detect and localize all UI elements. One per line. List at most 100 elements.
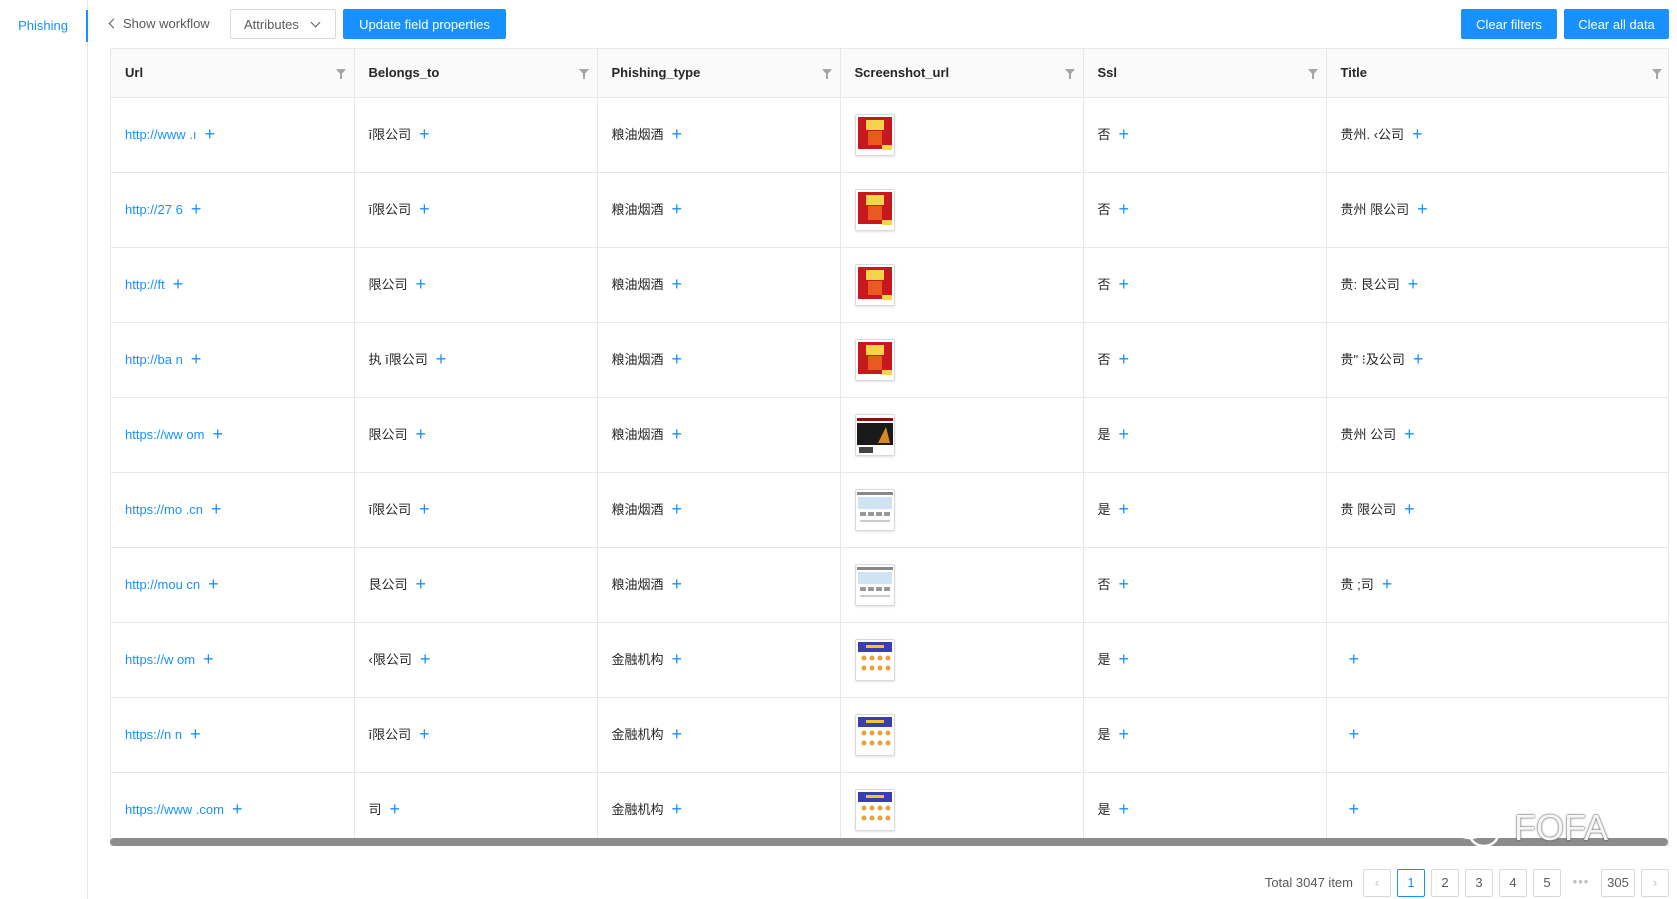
sidebar-item-phishing[interactable]: Phishing: [0, 10, 88, 42]
add-value-icon[interactable]: +: [203, 649, 214, 669]
add-value-icon[interactable]: +: [419, 199, 430, 219]
add-value-icon[interactable]: +: [232, 799, 243, 819]
page-2-button[interactable]: 2: [1431, 869, 1459, 897]
filter-icon[interactable]: [1651, 69, 1662, 79]
add-value-icon[interactable]: +: [419, 124, 430, 144]
add-value-icon[interactable]: +: [1119, 799, 1130, 819]
add-value-icon[interactable]: +: [1404, 424, 1415, 444]
clear-filters-button[interactable]: Clear filters: [1461, 9, 1557, 39]
filter-icon[interactable]: [578, 69, 589, 79]
add-value-icon[interactable]: +: [1404, 499, 1415, 519]
add-value-icon[interactable]: +: [173, 274, 184, 294]
url-link[interactable]: http://mou cn: [125, 577, 200, 592]
screenshot-thumbnail[interactable]: [854, 488, 895, 531]
page-5-button[interactable]: 5: [1533, 869, 1561, 897]
add-value-icon[interactable]: +: [1119, 724, 1130, 744]
belongs-to-value: ī限公司: [368, 727, 412, 742]
add-value-icon[interactable]: +: [672, 649, 683, 669]
table-row: https://w om + ‹限公司 + 金融机构 + 是 + +: [111, 622, 1668, 698]
filter-icon[interactable]: [821, 69, 832, 79]
update-field-properties-button[interactable]: Update field properties: [343, 9, 506, 39]
column-header-belongs-to: Belongs_to: [354, 49, 598, 98]
add-value-icon[interactable]: +: [419, 724, 430, 744]
url-link[interactable]: https://mo .cn: [125, 502, 203, 517]
add-value-icon[interactable]: +: [672, 199, 683, 219]
filter-icon[interactable]: [335, 69, 346, 79]
add-value-icon[interactable]: +: [416, 574, 427, 594]
screenshot-thumbnail[interactable]: [854, 638, 895, 681]
filter-icon[interactable]: [1064, 69, 1075, 79]
filter-icon[interactable]: [1307, 69, 1318, 79]
add-value-icon[interactable]: +: [205, 124, 216, 144]
add-value-icon[interactable]: +: [1119, 124, 1130, 144]
add-value-icon[interactable]: +: [211, 499, 222, 519]
url-link[interactable]: http://27 6: [125, 202, 183, 217]
add-value-icon[interactable]: +: [436, 349, 447, 369]
add-value-icon[interactable]: +: [1119, 199, 1130, 219]
ssl-value: 是: [1097, 802, 1111, 817]
screenshot-thumbnail[interactable]: [854, 713, 895, 756]
screenshot-thumbnail[interactable]: [854, 413, 895, 456]
add-value-icon[interactable]: +: [1349, 649, 1360, 669]
attributes-dropdown[interactable]: Attributes: [230, 9, 336, 39]
add-value-icon[interactable]: +: [1119, 274, 1130, 294]
add-value-icon[interactable]: +: [672, 124, 683, 144]
add-value-icon[interactable]: +: [390, 799, 401, 819]
add-value-icon[interactable]: +: [672, 349, 683, 369]
screenshot-thumbnail[interactable]: [854, 788, 895, 831]
table-row: http://ba n + 执 ī限公司 + 粮油烟酒 + 否 + 贵" ⁝及公司 +: [111, 322, 1668, 398]
url-link[interactable]: https://ww om: [125, 427, 204, 442]
add-value-icon[interactable]: +: [1382, 574, 1393, 594]
add-value-icon[interactable]: +: [1417, 199, 1428, 219]
screenshot-thumbnail[interactable]: [854, 113, 895, 156]
next-page-button[interactable]: ›: [1641, 869, 1669, 897]
page-1-button[interactable]: 1: [1397, 869, 1425, 897]
url-link[interactable]: https://n n: [125, 727, 182, 742]
ssl-value: 否: [1097, 577, 1111, 592]
add-value-icon[interactable]: +: [1413, 349, 1424, 369]
add-value-icon[interactable]: +: [1119, 649, 1130, 669]
add-value-icon[interactable]: +: [1408, 274, 1419, 294]
add-value-icon[interactable]: +: [1412, 124, 1423, 144]
add-value-icon[interactable]: +: [416, 274, 427, 294]
add-value-icon[interactable]: +: [672, 499, 683, 519]
add-value-icon[interactable]: +: [191, 199, 202, 219]
url-link[interactable]: http://ba n: [125, 352, 183, 367]
add-value-icon[interactable]: +: [208, 574, 219, 594]
add-value-icon[interactable]: +: [420, 649, 431, 669]
screenshot-thumbnail[interactable]: [854, 563, 895, 606]
page-3-button[interactable]: 3: [1465, 869, 1493, 897]
screenshot-thumbnail[interactable]: [854, 263, 895, 306]
url-link[interactable]: http://ft: [125, 277, 165, 292]
last-page-button[interactable]: 305: [1601, 869, 1635, 897]
add-value-icon[interactable]: +: [416, 424, 427, 444]
url-link[interactable]: https://w om: [125, 652, 195, 667]
add-value-icon[interactable]: +: [1119, 349, 1130, 369]
add-value-icon[interactable]: +: [1119, 499, 1130, 519]
add-value-icon[interactable]: +: [190, 724, 201, 744]
cell-screenshot: [840, 322, 1084, 398]
add-value-icon[interactable]: +: [212, 424, 223, 444]
add-value-icon[interactable]: +: [1349, 724, 1360, 744]
show-workflow-button[interactable]: Show workflow: [108, 9, 210, 39]
screenshot-thumbnail[interactable]: [854, 338, 895, 381]
add-value-icon[interactable]: +: [419, 499, 430, 519]
add-value-icon[interactable]: +: [672, 724, 683, 744]
add-value-icon[interactable]: +: [672, 274, 683, 294]
add-value-icon[interactable]: +: [672, 574, 683, 594]
prev-page-button[interactable]: ‹: [1363, 869, 1391, 897]
url-link[interactable]: http://www .ı: [125, 127, 197, 142]
cell-phishing-type: 粮油烟酒 +: [597, 172, 841, 248]
add-value-icon[interactable]: +: [672, 424, 683, 444]
add-value-icon[interactable]: +: [1119, 574, 1130, 594]
clear-all-data-button[interactable]: Clear all data: [1564, 9, 1669, 39]
page-4-button[interactable]: 4: [1499, 869, 1527, 897]
screenshot-thumbnail[interactable]: [854, 188, 895, 231]
url-link[interactable]: https://www .com: [125, 802, 224, 817]
add-value-icon[interactable]: +: [1349, 799, 1360, 819]
add-value-icon[interactable]: +: [1119, 424, 1130, 444]
add-value-icon[interactable]: +: [672, 799, 683, 819]
toolbar: Show workflow Attributes Update field pr…: [108, 9, 1669, 39]
add-value-icon[interactable]: +: [191, 349, 202, 369]
horizontal-scrollbar[interactable]: [110, 838, 1668, 846]
